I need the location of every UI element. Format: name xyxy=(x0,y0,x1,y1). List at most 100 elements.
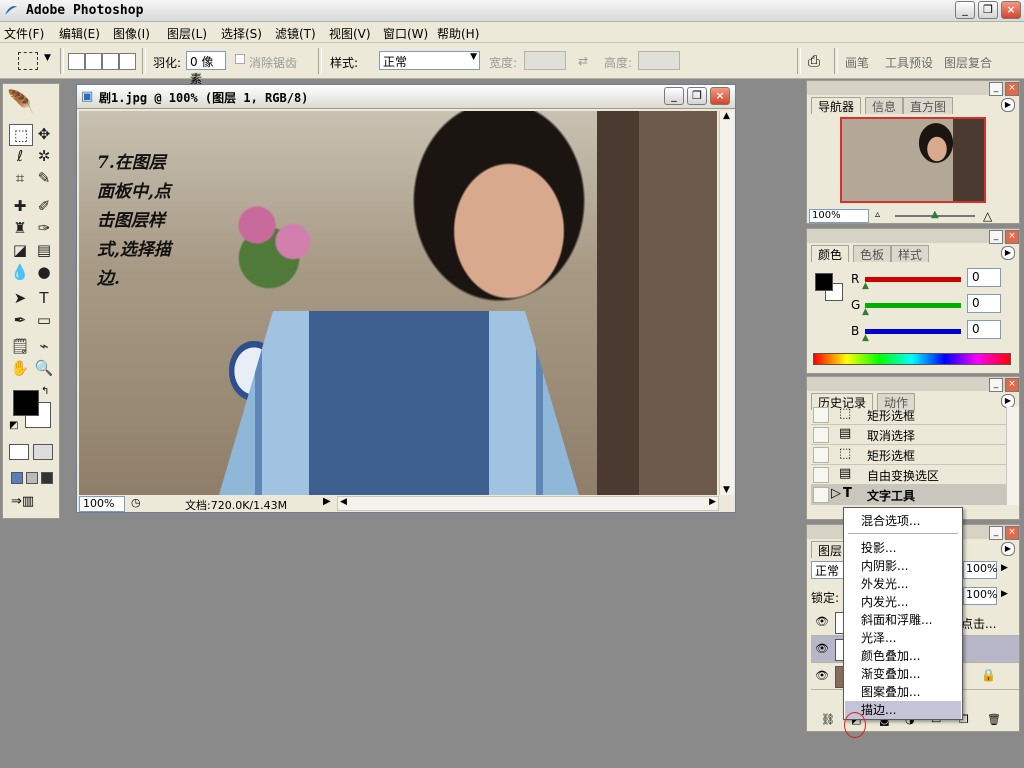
healing-brush-tool-icon[interactable]: ✚ xyxy=(9,196,31,216)
green-value-input[interactable]: 0 xyxy=(967,294,1001,313)
green-slider[interactable] xyxy=(865,303,961,308)
vertical-scrollbar[interactable]: ▲ ▼ xyxy=(719,111,734,495)
color-spectrum-bar[interactable] xyxy=(813,353,1011,365)
history-item[interactable]: ▤ 取消选择 xyxy=(811,425,1007,445)
menu-item-outer-glow[interactable]: 外发光... xyxy=(845,575,961,593)
palette-minimize-button[interactable]: _ xyxy=(989,378,1003,392)
menu-item-inner-glow[interactable]: 内发光... xyxy=(845,593,961,611)
history-item[interactable]: ▤ 自由变换选区 xyxy=(811,465,1007,485)
palette-minimize-button[interactable]: _ xyxy=(989,82,1003,96)
menu-view[interactable]: 视图(V) xyxy=(329,25,371,42)
chevron-down-icon[interactable]: ▼ xyxy=(44,53,51,63)
eyedropper-tool-icon[interactable]: ⌁ xyxy=(33,336,55,356)
intersect-selection-icon[interactable] xyxy=(119,53,136,70)
history-checkbox[interactable] xyxy=(813,487,829,503)
menu-item-color-overlay[interactable]: 颜色叠加... xyxy=(845,647,961,665)
fill-input[interactable]: 100% xyxy=(963,587,997,605)
palette-close-button[interactable]: × xyxy=(1005,82,1019,96)
eraser-tool-icon[interactable]: ◪ xyxy=(9,240,31,260)
minimize-button[interactable]: _ xyxy=(955,1,975,19)
lasso-tool-icon[interactable]: ℓ xyxy=(9,146,31,166)
swap-colors-icon[interactable]: ↰ xyxy=(41,386,49,397)
palette-menu-icon[interactable]: ▶ xyxy=(1001,246,1015,260)
history-item[interactable]: ⬚ 矩形选框 xyxy=(811,405,1007,425)
swap-icon[interactable]: ⇄ xyxy=(578,54,588,68)
dodge-tool-icon[interactable]: ● xyxy=(33,262,55,282)
file-browser-icon[interactable]: ⎙ xyxy=(808,52,820,70)
clone-stamp-tool-icon[interactable]: ♜ xyxy=(9,218,31,238)
blue-slider[interactable] xyxy=(865,329,961,334)
pen-tool-icon[interactable]: ✒ xyxy=(9,310,31,330)
slice-tool-icon[interactable]: ✎ xyxy=(33,168,55,188)
history-item[interactable]: ⬚ 矩形选框 xyxy=(811,445,1007,465)
horizontal-scrollbar[interactable]: ◀ ▶ xyxy=(337,496,719,511)
standard-mode-icon[interactable] xyxy=(9,444,29,460)
brush-tool-icon[interactable]: ✐ xyxy=(33,196,55,216)
menu-image[interactable]: 图像(I) xyxy=(113,25,150,42)
navigator-thumbnail[interactable] xyxy=(840,117,986,203)
trash-icon[interactable]: 🗑 xyxy=(987,713,1001,726)
menu-select[interactable]: 选择(S) xyxy=(221,25,262,42)
menu-filter[interactable]: 滤镜(T) xyxy=(275,25,316,42)
menu-item-gradient-overlay[interactable]: 渐变叠加... xyxy=(845,665,961,683)
screen-mode-full-menu-icon[interactable] xyxy=(26,472,38,484)
tab-color[interactable]: 颜色 xyxy=(811,245,850,262)
doc-minimize-button[interactable]: _ xyxy=(664,87,684,105)
history-checkbox[interactable] xyxy=(813,407,829,423)
tab-histogram[interactable]: 直方图 xyxy=(903,97,954,114)
menu-help[interactable]: 帮助(H) xyxy=(437,25,479,42)
palette-close-button[interactable]: × xyxy=(1005,526,1019,540)
palette-header[interactable] xyxy=(807,81,1019,95)
close-button[interactable]: × xyxy=(1001,1,1021,19)
red-value-input[interactable]: 0 xyxy=(967,268,1001,287)
palette-header[interactable] xyxy=(807,229,1019,243)
color-fg-swatch[interactable] xyxy=(815,273,833,291)
antialias-checkbox[interactable] xyxy=(235,54,245,64)
height-input[interactable] xyxy=(638,51,680,70)
move-tool-icon[interactable]: ✥ xyxy=(33,124,55,144)
image-canvas[interactable]: 7.在图层 面板中,点 击图层样 式,选择描 边. xyxy=(79,111,717,495)
notes-tool-icon[interactable]: 🗒 xyxy=(9,336,31,356)
palette-minimize-button[interactable]: _ xyxy=(989,230,1003,244)
history-checkbox[interactable] xyxy=(813,427,829,443)
menu-item-blending-options[interactable]: 混合选项... xyxy=(845,512,961,530)
fill-arrow-icon[interactable]: ▶ xyxy=(1001,589,1008,599)
zoom-in-icon[interactable]: △ xyxy=(983,209,992,223)
quick-mask-mode-icon[interactable] xyxy=(33,444,53,460)
menu-edit[interactable]: 编辑(E) xyxy=(59,25,100,42)
feather-logo-icon[interactable]: 🪶 xyxy=(7,90,55,116)
menu-item-satin[interactable]: 光泽... xyxy=(845,629,961,647)
palette-header[interactable] xyxy=(807,377,1019,391)
history-item-current[interactable]: ▷ T 文字工具 xyxy=(811,485,1007,505)
foreground-color-swatch-top[interactable] xyxy=(13,390,39,416)
feather-input[interactable]: 0 像素 xyxy=(186,51,226,86)
opacity-arrow-icon[interactable]: ▶ xyxy=(1001,563,1008,573)
doc-close-button[interactable]: × xyxy=(710,87,730,105)
navigator-zoom-field[interactable]: 100% xyxy=(809,209,869,223)
link-icon[interactable]: ⛓ xyxy=(821,713,835,726)
palette-close-button[interactable]: × xyxy=(1005,230,1019,244)
scroll-left-icon[interactable]: ◀ xyxy=(340,497,347,507)
jump-to-imageready-icon[interactable]: ⇒▥ xyxy=(11,494,53,512)
palette-minimize-button[interactable]: _ xyxy=(989,526,1003,540)
history-checkbox[interactable] xyxy=(813,447,829,463)
add-selection-icon[interactable] xyxy=(85,53,102,70)
shape-tool-icon[interactable]: ▭ xyxy=(33,310,55,330)
blue-value-input[interactable]: 0 xyxy=(967,320,1001,339)
opacity-input[interactable]: 100% xyxy=(963,561,997,579)
style-select[interactable]: 正常 ▼ xyxy=(379,51,480,70)
scroll-up-icon[interactable]: ▲ xyxy=(723,111,730,121)
slider-handle-icon[interactable]: ▲ xyxy=(862,281,869,291)
red-slider[interactable] xyxy=(865,277,961,282)
menu-item-inner-shadow[interactable]: 内阴影... xyxy=(845,557,961,575)
palette-well-brushes[interactable]: 画笔 xyxy=(845,54,869,71)
menu-item-pattern-overlay[interactable]: 图案叠加... xyxy=(845,683,961,701)
hand-tool-icon[interactable]: ✋ xyxy=(9,358,31,378)
default-colors-icon[interactable]: ◩ xyxy=(9,420,18,431)
magic-wand-tool-icon[interactable]: ✲ xyxy=(33,146,55,166)
palette-well-layer-comps[interactable]: 图层复合 xyxy=(944,54,992,71)
restore-button[interactable]: ❐ xyxy=(978,1,998,19)
status-arrow-icon[interactable]: ▶ xyxy=(323,496,331,507)
blend-mode-select[interactable]: 正常 xyxy=(811,561,845,579)
slider-handle-icon[interactable]: ▲ xyxy=(862,333,869,343)
